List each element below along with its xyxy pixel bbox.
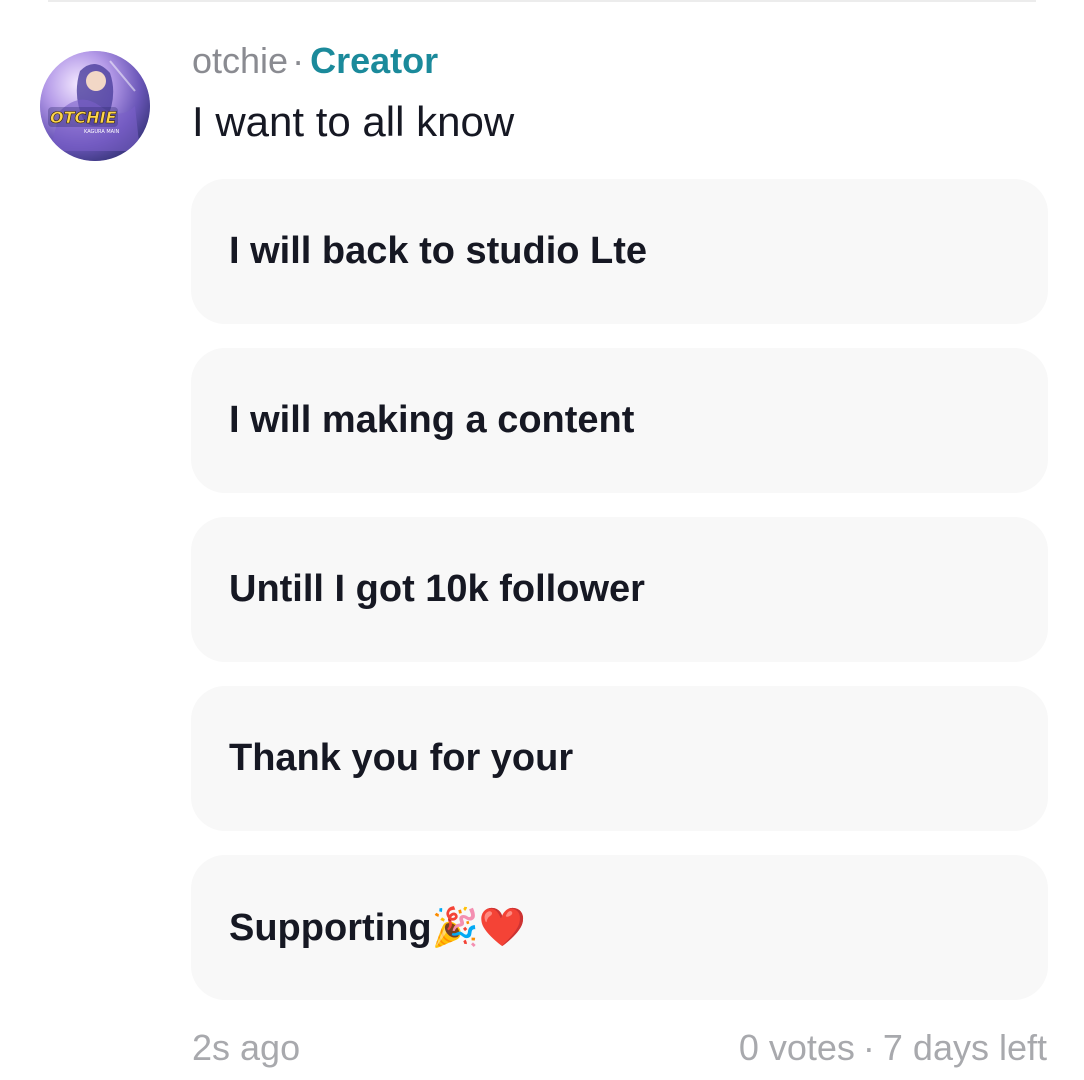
poll-option-1[interactable]: I will back to studio Lte: [191, 179, 1048, 324]
poll-option-2[interactable]: I will making a content: [191, 348, 1048, 493]
poll-option-3[interactable]: Untill I got 10k follower: [191, 517, 1048, 662]
posted-time: 2s ago: [192, 1027, 301, 1068]
avatar-text: OTCHIE: [50, 108, 117, 127]
time-left: 7 days left: [882, 1027, 1047, 1068]
avatar-image: OTCHIE KAGURA MAIN: [40, 51, 150, 161]
header-separator: ·: [292, 40, 305, 81]
stats-separator: ·: [862, 1027, 875, 1068]
username[interactable]: otchie: [192, 40, 288, 81]
poll-question: I want to all know: [192, 98, 515, 145]
poll-option-label: Thank you for your: [229, 737, 574, 779]
avatar[interactable]: OTCHIE KAGURA MAIN: [40, 51, 150, 161]
creator-badge: Creator: [310, 40, 439, 81]
avatar-subtext: KAGURA MAIN: [84, 129, 120, 135]
poll-options: I will back to studio Lte I will making …: [191, 179, 1048, 1024]
post-header: otchie · Creator: [192, 38, 438, 84]
vote-count: 0 votes: [738, 1027, 855, 1068]
poll-option-label: I will making a content: [229, 399, 635, 441]
top-divider: [48, 0, 1036, 2]
poll-option-5[interactable]: Supporting🎉❤️: [191, 855, 1048, 1000]
poll-stats: 0 votes · 7 days left: [739, 1026, 1047, 1070]
poll-option-label: Supporting🎉❤️: [229, 906, 527, 949]
poll-option-label: Untill I got 10k follower: [229, 568, 645, 610]
poll-option-4[interactable]: Thank you for your: [191, 686, 1048, 831]
poll-option-label: I will back to studio Lte: [229, 230, 648, 272]
